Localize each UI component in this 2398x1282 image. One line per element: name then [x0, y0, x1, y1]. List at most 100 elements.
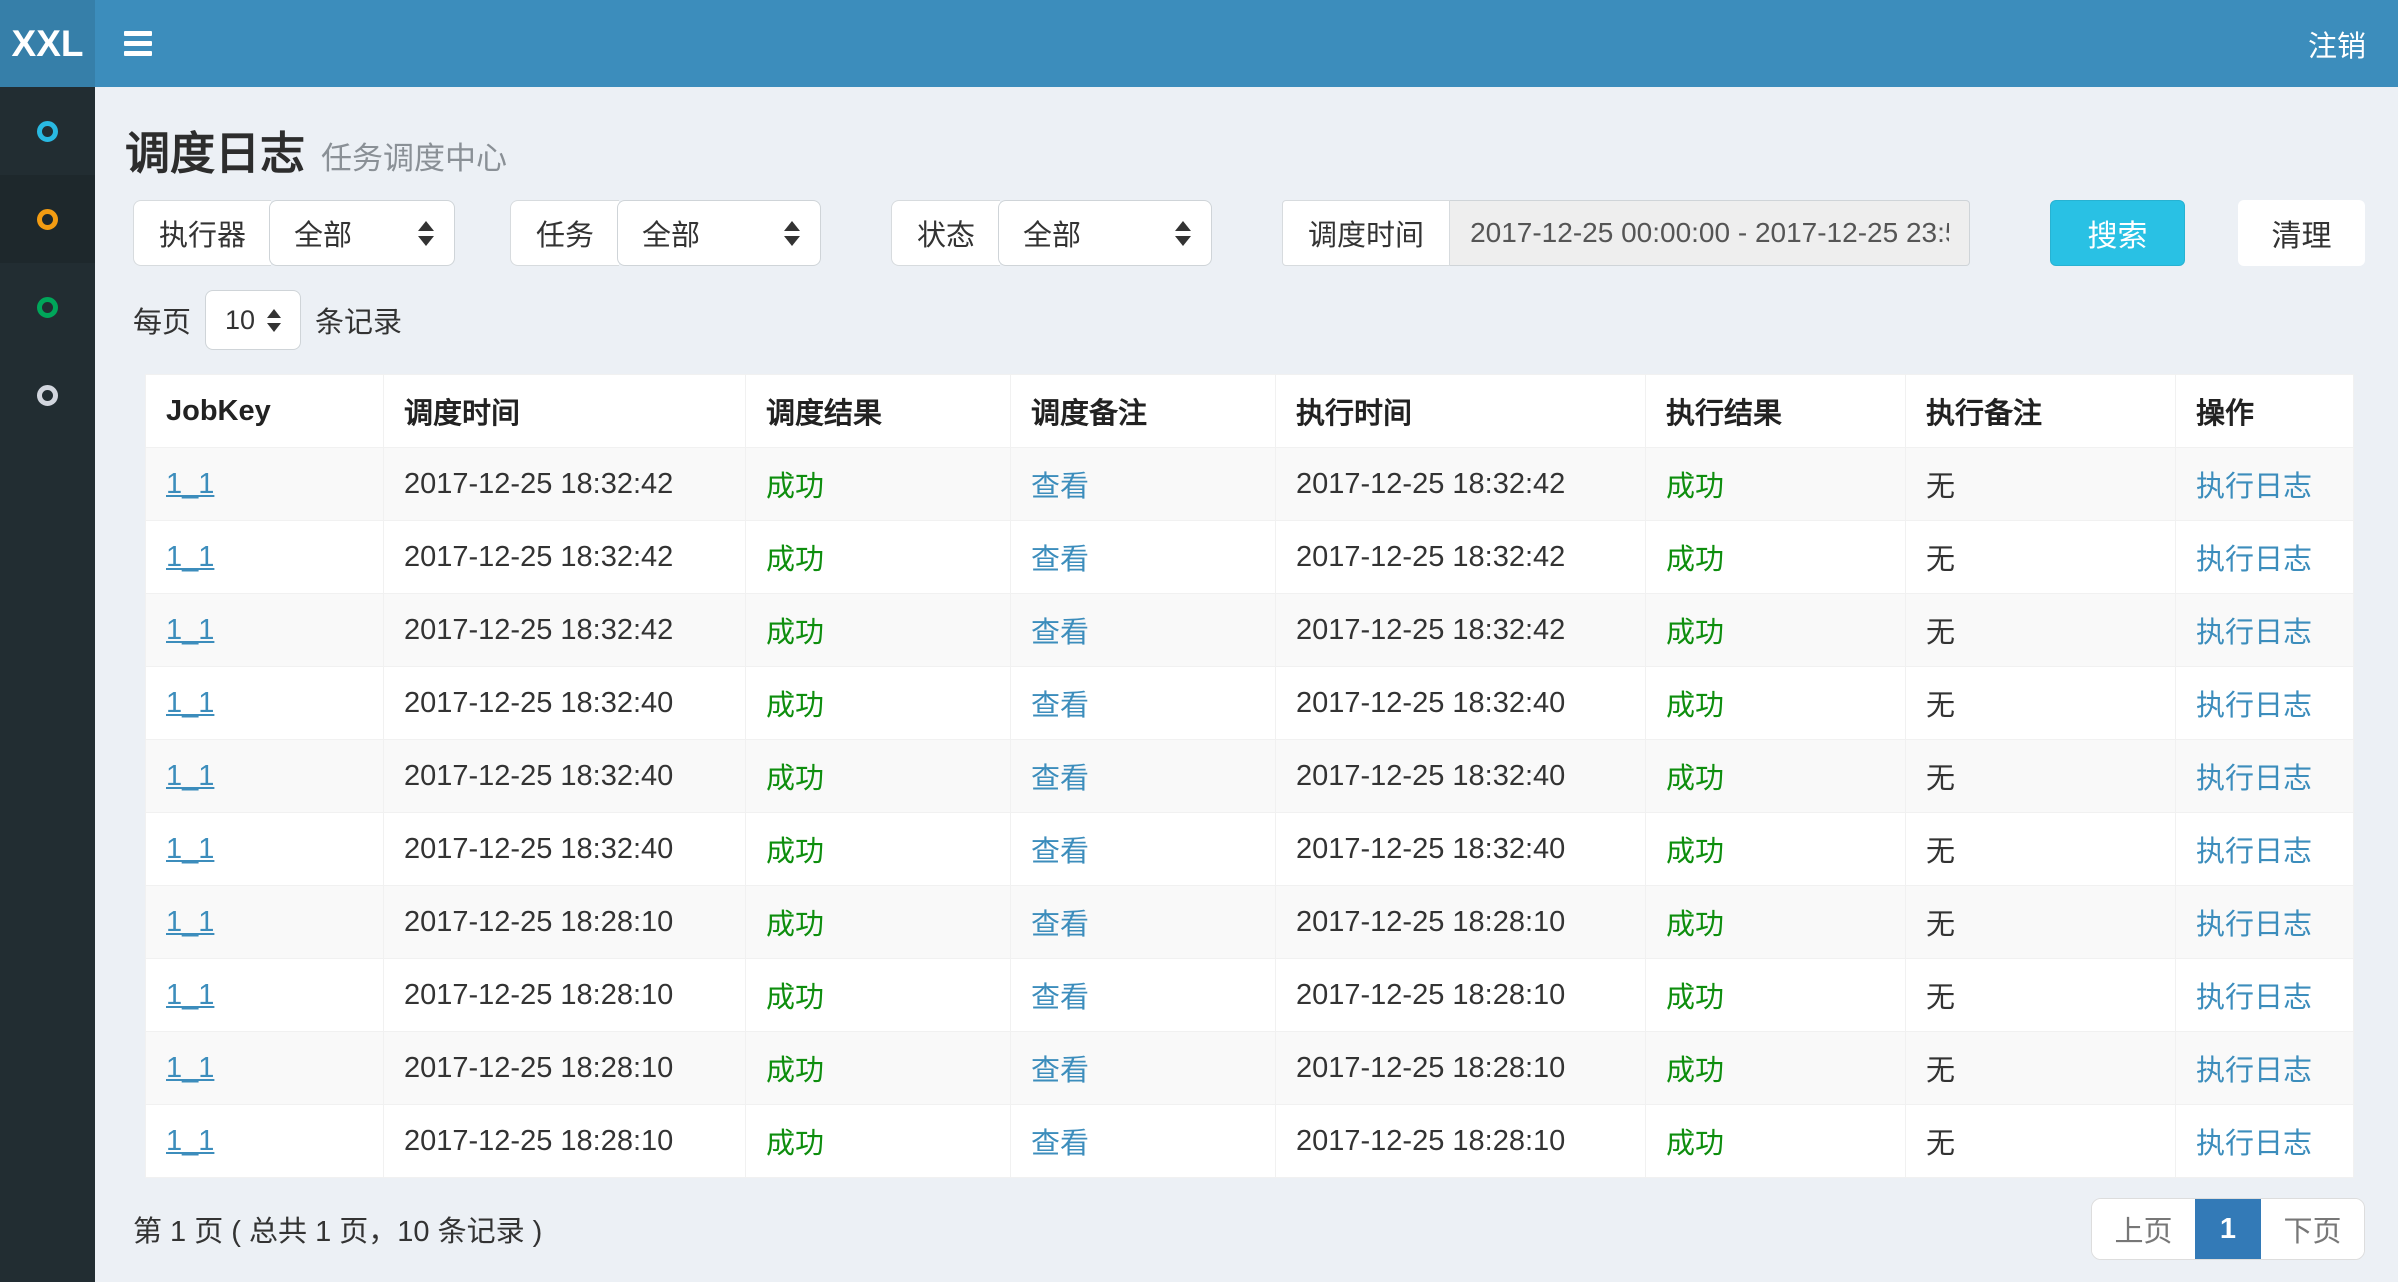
handle-time-cell: 2017-12-25 18:32:40 — [1276, 740, 1646, 813]
trigger-time-cell: 2017-12-25 18:28:10 — [384, 1032, 746, 1105]
trigger-remark-link[interactable]: 查看 — [1011, 886, 1276, 959]
select-arrows-icon — [267, 309, 281, 332]
execute-log-link[interactable]: 执行日志 — [2176, 667, 2354, 740]
time-range-input[interactable] — [1450, 200, 1970, 266]
column-header: 调度时间 — [384, 375, 746, 448]
jobkey-link[interactable]: 1_1 — [146, 740, 384, 813]
trigger-remark-link[interactable]: 查看 — [1011, 813, 1276, 886]
execute-log-link[interactable]: 执行日志 — [2176, 448, 2354, 521]
trigger-remark-link[interactable]: 查看 — [1011, 448, 1276, 521]
page-size-suffix: 条记录 — [315, 299, 402, 341]
current-page-button[interactable]: 1 — [2195, 1199, 2261, 1259]
trigger-remark-link[interactable]: 查看 — [1011, 1032, 1276, 1105]
clear-button[interactable]: 清理 — [2238, 200, 2365, 266]
column-header: 执行时间 — [1276, 375, 1646, 448]
table-row: 1_12017-12-25 18:32:40成功查看2017-12-25 18:… — [146, 667, 2354, 740]
select-arrows-icon — [1175, 221, 1191, 246]
jobkey-link[interactable]: 1_1 — [146, 667, 384, 740]
select-arrows-icon — [784, 221, 800, 246]
logout-link[interactable]: 注销 — [2276, 0, 2398, 87]
table-row: 1_12017-12-25 18:32:42成功查看2017-12-25 18:… — [146, 448, 2354, 521]
app-logo[interactable]: XXL — [0, 0, 95, 87]
sidebar-item-4[interactable] — [0, 351, 95, 439]
circle-outline-icon — [37, 297, 58, 318]
page-size-row: 每页 10 条记录 — [133, 290, 2373, 350]
handle-time-cell: 2017-12-25 18:32:40 — [1276, 813, 1646, 886]
search-button[interactable]: 搜索 — [2050, 200, 2185, 266]
handle-time-cell: 2017-12-25 18:28:10 — [1276, 886, 1646, 959]
handle-time-cell: 2017-12-25 18:32:42 — [1276, 448, 1646, 521]
jobkey-link[interactable]: 1_1 — [146, 594, 384, 667]
trigger-remark-link[interactable]: 查看 — [1011, 594, 1276, 667]
table-row: 1_12017-12-25 18:28:10成功查看2017-12-25 18:… — [146, 886, 2354, 959]
jobkey-link[interactable]: 1_1 — [146, 521, 384, 594]
table-row: 1_12017-12-25 18:28:10成功查看2017-12-25 18:… — [146, 959, 2354, 1032]
trigger-result-cell: 成功 — [746, 448, 1011, 521]
handle-remark-cell: 无 — [1906, 959, 2176, 1032]
sidebar-toggle-button[interactable] — [95, 0, 181, 87]
executor-filter-label: 执行器 — [133, 200, 271, 266]
execute-log-link[interactable]: 执行日志 — [2176, 959, 2354, 1032]
execute-log-link[interactable]: 执行日志 — [2176, 886, 2354, 959]
execute-log-link[interactable]: 执行日志 — [2176, 1032, 2354, 1105]
handle-remark-cell: 无 — [1906, 886, 2176, 959]
jobkey-link[interactable]: 1_1 — [146, 1105, 384, 1178]
trigger-result-cell: 成功 — [746, 813, 1011, 886]
trigger-result-cell: 成功 — [746, 740, 1011, 813]
status-select[interactable]: 全部 — [998, 200, 1212, 266]
execute-log-link[interactable]: 执行日志 — [2176, 1105, 2354, 1178]
jobkey-link[interactable]: 1_1 — [146, 448, 384, 521]
execute-log-link[interactable]: 执行日志 — [2176, 813, 2354, 886]
pagination-controls: 上页 1 下页 — [2091, 1198, 2365, 1260]
log-table-wrapper: JobKey调度时间调度结果调度备注执行时间执行结果执行备注操作 1_12017… — [145, 374, 2353, 1178]
handle-result-cell: 成功 — [1646, 448, 1906, 521]
column-header: 调度备注 — [1011, 375, 1276, 448]
execute-log-link[interactable]: 执行日志 — [2176, 594, 2354, 667]
jobkey-link[interactable]: 1_1 — [146, 813, 384, 886]
trigger-result-cell: 成功 — [746, 1105, 1011, 1178]
status-filter-label: 状态 — [891, 200, 1000, 266]
trigger-remark-link[interactable]: 查看 — [1011, 1105, 1276, 1178]
trigger-remark-link[interactable]: 查看 — [1011, 740, 1276, 813]
trigger-remark-link[interactable]: 查看 — [1011, 521, 1276, 594]
sidebar-item-2[interactable] — [0, 175, 95, 263]
page-size-prefix: 每页 — [133, 299, 191, 341]
job-select[interactable]: 全部 — [617, 200, 821, 266]
trigger-time-cell: 2017-12-25 18:28:10 — [384, 886, 746, 959]
sidebar-item-3[interactable] — [0, 263, 95, 351]
jobkey-link[interactable]: 1_1 — [146, 886, 384, 959]
page-subtitle: 任务调度中心 — [321, 133, 507, 178]
handle-remark-cell: 无 — [1906, 740, 2176, 813]
handle-remark-cell: 无 — [1906, 1105, 2176, 1178]
trigger-remark-link[interactable]: 查看 — [1011, 959, 1276, 1032]
trigger-time-cell: 2017-12-25 18:32:42 — [384, 448, 746, 521]
content-area: 调度日志 任务调度中心 执行器 全部 任务 全部 状态 全部 调度时 — [95, 87, 2398, 1282]
table-row: 1_12017-12-25 18:28:10成功查看2017-12-25 18:… — [146, 1105, 2354, 1178]
jobkey-link[interactable]: 1_1 — [146, 959, 384, 1032]
jobkey-link[interactable]: 1_1 — [146, 1032, 384, 1105]
sidebar-item-1[interactable] — [0, 87, 95, 175]
trigger-time-cell: 2017-12-25 18:32:40 — [384, 740, 746, 813]
top-navbar: XXL 注销 — [0, 0, 2398, 87]
table-row: 1_12017-12-25 18:32:40成功查看2017-12-25 18:… — [146, 813, 2354, 886]
trigger-remark-link[interactable]: 查看 — [1011, 667, 1276, 740]
table-row: 1_12017-12-25 18:32:42成功查看2017-12-25 18:… — [146, 594, 2354, 667]
handle-time-cell: 2017-12-25 18:28:10 — [1276, 959, 1646, 1032]
handle-result-cell: 成功 — [1646, 594, 1906, 667]
handle-remark-cell: 无 — [1906, 1032, 2176, 1105]
trigger-time-cell: 2017-12-25 18:32:42 — [384, 594, 746, 667]
execute-log-link[interactable]: 执行日志 — [2176, 740, 2354, 813]
executor-select[interactable]: 全部 — [269, 200, 455, 266]
execute-log-link[interactable]: 执行日志 — [2176, 521, 2354, 594]
handle-time-cell: 2017-12-25 18:28:10 — [1276, 1032, 1646, 1105]
trigger-result-cell: 成功 — [746, 594, 1011, 667]
page-size-select[interactable]: 10 — [205, 290, 301, 350]
menu-icon — [124, 31, 152, 56]
prev-page-button[interactable]: 上页 — [2092, 1199, 2195, 1259]
sidebar-menu — [0, 87, 95, 1282]
trigger-time-cell: 2017-12-25 18:28:10 — [384, 1105, 746, 1178]
next-page-button[interactable]: 下页 — [2261, 1199, 2364, 1259]
time-filter-label: 调度时间 — [1282, 200, 1450, 266]
trigger-result-cell: 成功 — [746, 959, 1011, 1032]
table-row: 1_12017-12-25 18:28:10成功查看2017-12-25 18:… — [146, 1032, 2354, 1105]
